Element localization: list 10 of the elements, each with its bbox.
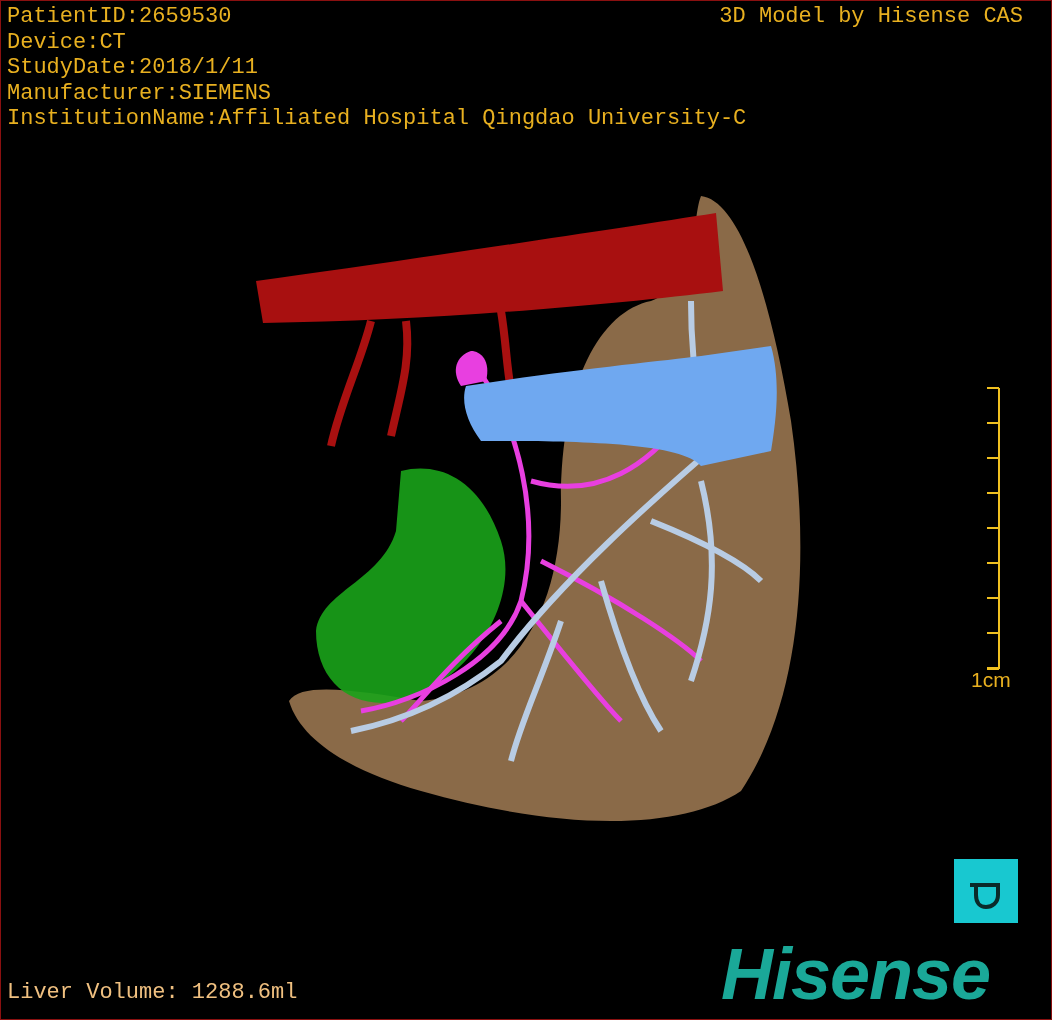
- brand-logo: Hisense: [721, 935, 991, 1013]
- study-info-text: Manufacturer:SIEMENS: [7, 80, 272, 106]
- study-info-text: PatientID:2659530: [7, 4, 232, 30]
- study-info-text: StudyDate:2018/1/11: [7, 55, 258, 81]
- scale-label: 1cm: [971, 668, 1011, 692]
- study-info-text: Device:CT: [7, 29, 126, 55]
- liver-volume-text: Liver Volume: 1288.6ml: [7, 979, 298, 1005]
- credit-text: 3D Model by Hisense CAS: [719, 4, 1023, 30]
- p-logo-icon: [954, 859, 1018, 923]
- study-info-text: InstitutionName:Affiliated Hospital Qingdao University-C: [7, 106, 747, 132]
